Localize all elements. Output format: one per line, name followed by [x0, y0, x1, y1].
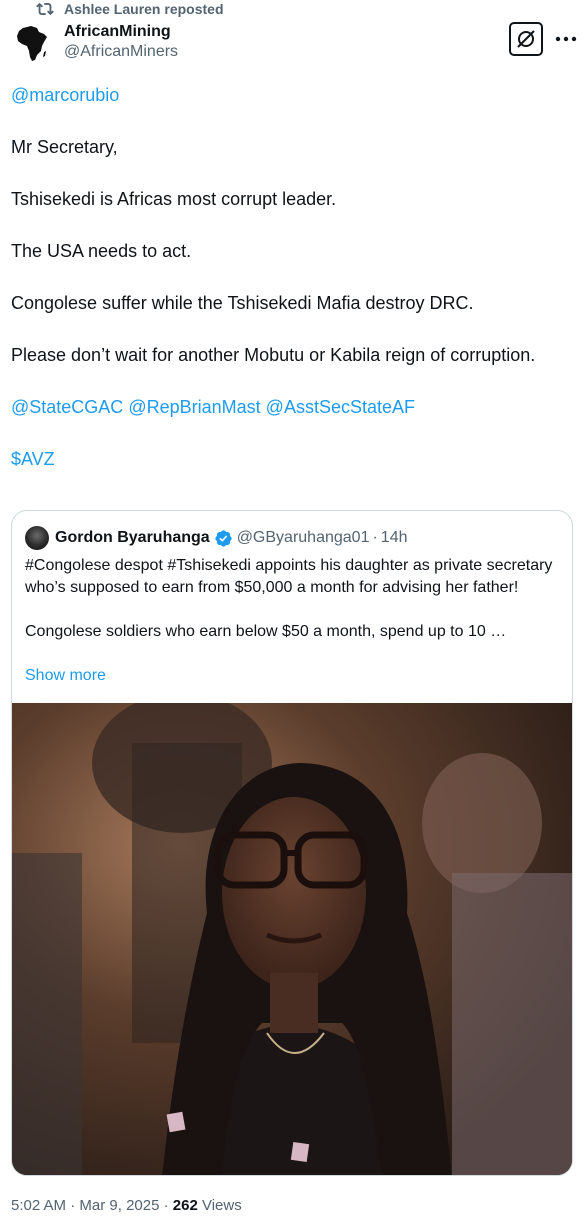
- quoted-author-avatar[interactable]: [25, 526, 49, 550]
- mention-link[interactable]: @RepBrianMast: [128, 397, 260, 417]
- verified-badge-icon: [214, 529, 233, 548]
- views-label: Views: [201, 1197, 242, 1214]
- grok-icon: [517, 30, 535, 48]
- photo-image: [12, 703, 572, 1175]
- quoted-tweet-time[interactable]: 14h: [381, 529, 408, 547]
- author-info[interactable]: AfricanMining @AfricanMiners: [64, 22, 178, 62]
- mention-link[interactable]: @marcorubio: [11, 85, 119, 105]
- more-options-button[interactable]: [554, 28, 578, 50]
- tweet-paragraph: Mr Secretary,: [11, 137, 118, 157]
- separator: ·: [70, 1197, 76, 1214]
- separator: ·: [163, 1197, 169, 1214]
- cashtag-link[interactable]: $AVZ: [11, 449, 55, 469]
- quoted-tweet-header: Gordon Byaruhanga @GByaruhanga01 · 14h: [25, 525, 408, 551]
- quoted-author-name[interactable]: Gordon Byaruhanga: [55, 529, 210, 547]
- tweet-body: @marcorubio Mr Secretary, Tshisekedi is …: [11, 82, 571, 498]
- tweet-detail: Ashlee Lauren reposted AfricanMining @Af…: [0, 0, 584, 1224]
- show-more-link[interactable]: Show more: [25, 665, 106, 687]
- quoted-tweet[interactable]: Gordon Byaruhanga @GByaruhanga01 · 14h #…: [11, 510, 573, 1176]
- mention-link[interactable]: @AsstSecStateAF: [266, 397, 415, 417]
- quoted-tweet-text: #Congolese despot #Tshisekedi appoints h…: [25, 555, 561, 665]
- quoted-paragraph: Congolese soldiers who earn below $50 a …: [25, 623, 507, 640]
- tweet-paragraph: Please don’t wait for another Mobutu or …: [11, 345, 536, 365]
- repost-label: Ashlee Lauren reposted: [64, 1, 224, 17]
- author-handle[interactable]: @AfricanMiners: [64, 42, 178, 62]
- post-date[interactable]: Mar 9, 2025: [79, 1197, 159, 1214]
- tweet-paragraph: The USA needs to act.: [11, 241, 192, 261]
- post-time[interactable]: 5:02 AM: [11, 1197, 66, 1214]
- grok-button[interactable]: [509, 22, 543, 56]
- tweet-paragraph: Congolese suffer while the Tshisekedi Ma…: [11, 293, 474, 313]
- mention-link[interactable]: @StateCGAC: [11, 397, 123, 417]
- africa-map-icon: [11, 22, 53, 64]
- more-icon: [555, 36, 577, 42]
- repost-icon: [36, 0, 54, 18]
- quoted-tweet-photo[interactable]: [12, 703, 572, 1175]
- tweet-paragraph: Tshisekedi is Africas most corrupt leade…: [11, 189, 337, 209]
- quoted-author-handle[interactable]: @GByaruhanga01: [237, 529, 370, 547]
- quoted-paragraph: #Congolese despot #Tshisekedi appoints h…: [25, 557, 553, 596]
- author-name[interactable]: AfricanMining: [64, 22, 178, 42]
- tweet-meta: 5:02 AM · Mar 9, 2025 · 262 Views: [11, 1196, 242, 1216]
- separator: ·: [372, 529, 378, 546]
- views-count: 262: [172, 1197, 198, 1214]
- repost-context[interactable]: Ashlee Lauren reposted: [36, 0, 224, 18]
- mentions-line: @StateCGAC @RepBrianMast @AsstSecStateAF: [11, 394, 571, 420]
- author-avatar[interactable]: [11, 22, 53, 64]
